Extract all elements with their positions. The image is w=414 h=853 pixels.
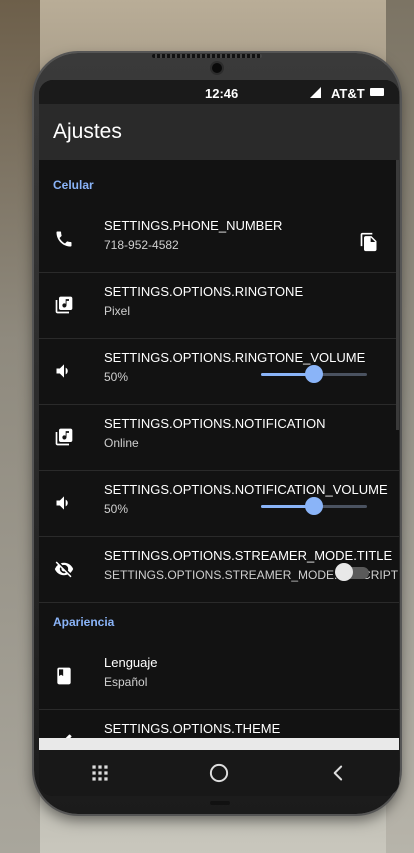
settings-list[interactable]: Celular SETTINGS.PHONE_NUMBER 718-952-45…	[39, 160, 399, 738]
row-title: SETTINGS.OPTIONS.NOTIFICATION	[104, 416, 326, 431]
row-value: 718-952-4582	[104, 238, 179, 252]
navigation-bar	[39, 750, 399, 796]
settings-row-phone-number[interactable]: SETTINGS.PHONE_NUMBER 718-952-4582	[39, 207, 399, 273]
toggle-knob	[335, 563, 353, 581]
page-title: Ajustes	[53, 120, 122, 143]
row-title: SETTINGS.OPTIONS.RINGTONE_VOLUME	[104, 350, 366, 365]
speaker-icon	[56, 496, 68, 510]
row-value: 50%	[104, 502, 129, 516]
row-value: Español	[104, 675, 148, 689]
signal-icon	[310, 87, 321, 98]
row-value: Online	[104, 436, 139, 450]
app-bar: Ajustes	[39, 104, 399, 160]
eye-off-icon	[54, 561, 74, 578]
streamer-mode-toggle[interactable]	[335, 563, 369, 581]
row-title: SETTINGS.PHONE_NUMBER	[104, 218, 283, 233]
battery-icon	[370, 88, 384, 96]
slider-thumb[interactable]	[305, 365, 323, 383]
settings-row-streamer-mode[interactable]: SETTINGS.OPTIONS.STREAMER_MODE.TITLE SET…	[39, 537, 399, 603]
settings-row-notification-volume[interactable]: SETTINGS.OPTIONS.NOTIFICATION_VOLUME 50%	[39, 471, 399, 537]
notification-volume-slider[interactable]	[261, 497, 367, 515]
section-header-celular: Celular	[53, 178, 94, 192]
bottom-grille	[210, 801, 230, 805]
settings-row-notification[interactable]: SETTINGS.OPTIONS.NOTIFICATION Online	[39, 405, 399, 471]
phone-screen: 12:46 AT&T Ajustes Celular SETTINGS.PHON…	[39, 80, 399, 796]
copy-icon[interactable]	[359, 232, 379, 252]
row-title: Lenguaje	[104, 655, 158, 670]
bottom-sheet-edge	[39, 738, 399, 750]
recent-apps-icon[interactable]	[87, 760, 113, 786]
status-bar: 12:46 AT&T	[39, 80, 399, 104]
settings-row-language[interactable]: Lenguaje Español	[39, 644, 399, 710]
speaker-icon	[56, 364, 68, 378]
section-header-apariencia: Apariencia	[53, 615, 115, 629]
back-icon[interactable]	[326, 760, 352, 786]
music-note-icon	[55, 296, 73, 314]
settings-row-ringtone-volume[interactable]: SETTINGS.OPTIONS.RINGTONE_VOLUME 50%	[39, 339, 399, 405]
phone-icon	[56, 231, 72, 247]
scrollbar[interactable]	[396, 160, 399, 430]
row-title: SETTINGS.OPTIONS.RINGTONE	[104, 284, 304, 299]
home-icon[interactable]	[206, 760, 232, 786]
row-title: SETTINGS.OPTIONS.STREAMER_MODE.TITLE	[104, 548, 393, 563]
ringtone-volume-slider[interactable]	[261, 365, 367, 383]
earpiece-speaker	[152, 54, 262, 58]
settings-row-ringtone[interactable]: SETTINGS.OPTIONS.RINGTONE Pixel	[39, 273, 399, 339]
row-title: SETTINGS.OPTIONS.NOTIFICATION_VOLUME	[104, 482, 388, 497]
music-note-icon	[55, 428, 73, 446]
status-carrier: AT&T	[331, 86, 365, 101]
slider-thumb[interactable]	[305, 497, 323, 515]
status-time: 12:46	[205, 86, 239, 101]
row-title: SETTINGS.OPTIONS.THEME	[104, 721, 281, 736]
front-camera	[212, 63, 222, 73]
row-value: Pixel	[104, 304, 131, 318]
settings-row-theme[interactable]: SETTINGS.OPTIONS.THEME	[39, 710, 399, 738]
book-icon	[57, 667, 71, 685]
row-value: 50%	[104, 370, 129, 384]
